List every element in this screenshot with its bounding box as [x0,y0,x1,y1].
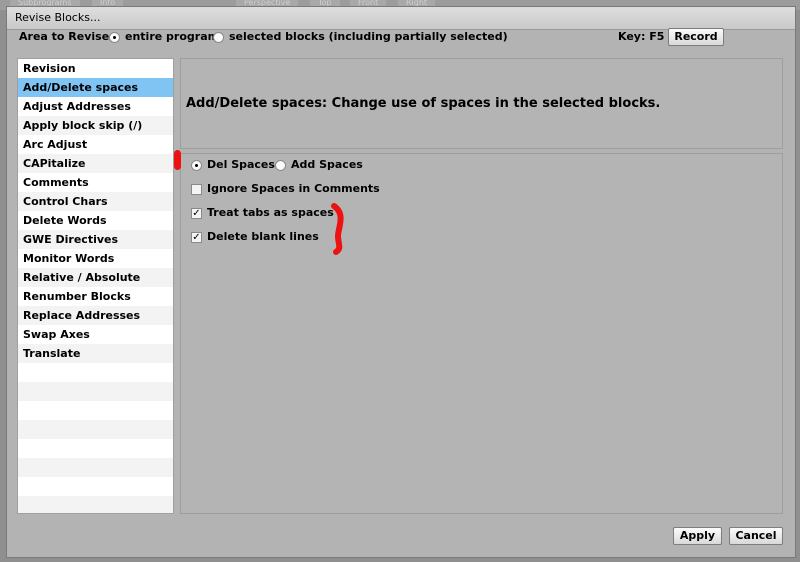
ignore-comments-label[interactable]: Ignore Spaces in Comments [207,182,380,195]
delete-blank-label[interactable]: Delete blank lines [207,230,319,243]
ignore-comments-checkbox[interactable] [191,184,202,195]
empty-row [18,477,173,496]
empty-row [18,496,173,513]
dialog-title: Revise Blocks... [15,11,101,24]
selected-blocks-radio[interactable] [213,32,224,43]
empty-row [18,458,173,477]
list-item-relative-absolute[interactable]: Relative / Absolute [18,268,173,287]
list-item-comments[interactable]: Comments [18,173,173,192]
list-item-revision[interactable]: Revision [18,59,173,78]
empty-row [18,401,173,420]
description-text: Add/Delete spaces: Change use of spaces … [186,96,661,111]
list-item-control-chars[interactable]: Control Chars [18,192,173,211]
list-item-apply-block-skip[interactable]: Apply block skip (/) [18,116,173,135]
add-spaces-radio[interactable] [275,160,286,171]
entire-program-radio[interactable] [109,32,120,43]
add-spaces-label[interactable]: Add Spaces [291,158,363,171]
list-item-translate[interactable]: Translate [18,344,173,363]
treat-tabs-checkbox[interactable]: ✓ [191,208,202,219]
list-item-delete-words[interactable]: Delete Words [18,211,173,230]
treat-tabs-label[interactable]: Treat tabs as spaces [207,206,334,219]
list-item-renumber-blocks[interactable]: Renumber Blocks [18,287,173,306]
cancel-button[interactable]: Cancel [729,527,783,545]
empty-row [18,420,173,439]
options-panel: Del Spaces Add Spaces Ignore Spaces in C… [180,153,783,514]
list-item-arc-adjust[interactable]: Arc Adjust [18,135,173,154]
list-item-monitor-words[interactable]: Monitor Words [18,249,173,268]
list-item-gwe-directives[interactable]: GWE Directives [18,230,173,249]
empty-row [18,363,173,382]
footer-bar: Apply Cancel [13,521,783,549]
area-row: Area to Revise: entire program selected … [6,26,782,48]
empty-row [18,439,173,458]
area-label: Area to Revise: [19,30,114,43]
del-spaces-label[interactable]: Del Spaces [207,158,275,171]
del-spaces-radio[interactable] [191,160,202,171]
key-label: Key: F5 [618,30,665,43]
selected-blocks-label[interactable]: selected blocks (including partially sel… [229,30,508,43]
entire-program-label[interactable]: entire program [125,30,219,43]
delete-blank-checkbox[interactable]: ✓ [191,232,202,243]
annotation-mark [174,150,181,170]
list-item-swap-axes[interactable]: Swap Axes [18,325,173,344]
list-item-capitalize[interactable]: CAPitalize [18,154,173,173]
revision-list: Revision Add/Delete spaces Adjust Addres… [17,58,174,514]
list-item-adjust-addresses[interactable]: Adjust Addresses [18,97,173,116]
record-button[interactable]: Record [668,28,724,46]
list-item-replace-addresses[interactable]: Replace Addresses [18,306,173,325]
empty-row [18,382,173,401]
list-item-add-delete-spaces[interactable]: Add/Delete spaces [18,78,173,97]
apply-button[interactable]: Apply [673,527,722,545]
description-panel: Add/Delete spaces: Change use of spaces … [180,58,783,149]
